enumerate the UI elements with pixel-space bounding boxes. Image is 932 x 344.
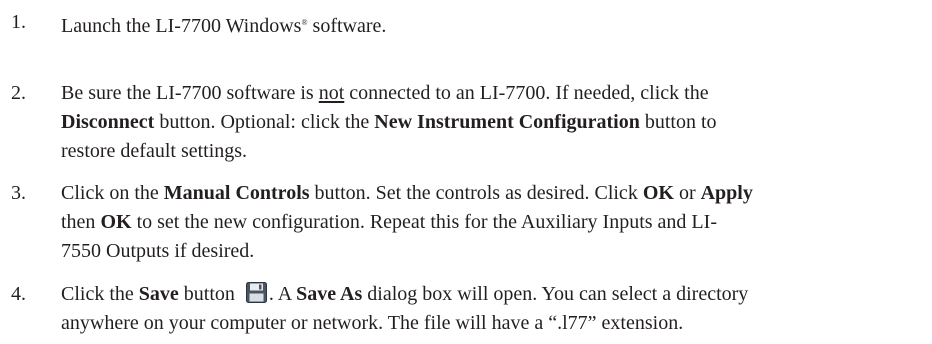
- ok-button-label: OK: [642, 182, 674, 204]
- step-4-line-1: Click the Save button . A Save As dialog…: [61, 280, 911, 309]
- text: button. Optional: click the: [154, 111, 375, 133]
- step-3-line-1: Click on the Manual Controls button. Set…: [61, 179, 911, 208]
- apply-button-label: Apply: [700, 182, 753, 204]
- floppy-disk-icon: [245, 282, 267, 303]
- text: button to: [639, 111, 717, 133]
- step-text: Be sure the LI-7700 software is not conn…: [61, 79, 911, 166]
- ok-button-label: OK: [100, 211, 132, 233]
- text: to set the new configuration. Repeat thi…: [131, 211, 717, 233]
- step-number: 3.: [11, 182, 26, 204]
- step-number: 4.: [11, 283, 26, 305]
- step-3-line-3: 7550 Outputs if desired.: [61, 240, 255, 262]
- step-text: Launch the LI-7700 Windows® software.: [61, 8, 911, 41]
- disconnect-button-label: Disconnect: [61, 111, 155, 133]
- text: Be sure the LI-7700 software is: [61, 82, 319, 104]
- step-text: Click the Save button . A Save As dialog…: [61, 280, 911, 338]
- emphasis-not: not: [318, 82, 345, 104]
- text: button: [178, 283, 240, 305]
- text: Click on the: [61, 182, 164, 204]
- step-number: 2.: [11, 82, 26, 104]
- step-number: 1.: [11, 11, 26, 33]
- instruction-list: 1. Launch the LI-7700 Windows® software.…: [0, 0, 932, 344]
- step-2-line-1: Be sure the LI-7700 software is not conn…: [61, 79, 911, 108]
- step-1-text-b: software.: [307, 15, 387, 37]
- step-1-text-a: Launch the LI-7700 Windows: [61, 15, 302, 37]
- step-4-line-2: anywhere on your computer or network. Th…: [61, 312, 684, 334]
- new-instrument-configuration-button-label: New Instrument Configuration: [374, 111, 640, 133]
- save-button-label: Save: [138, 283, 179, 305]
- step-text: Click on the Manual Controls button. Set…: [61, 179, 911, 266]
- text: or: [673, 182, 701, 204]
- text: connected to an LI-7700. If needed, clic…: [344, 82, 709, 104]
- manual-controls-button-label: Manual Controls: [163, 182, 310, 204]
- text: Click the: [61, 283, 139, 305]
- step-2-line-3: restore default settings.: [61, 140, 248, 162]
- text: . A: [268, 283, 297, 305]
- step-3-line-2: then OK to set the new configuration. Re…: [61, 208, 911, 237]
- save-as-dialog-label: Save As: [296, 283, 363, 305]
- text: button. Set the controls as desired. Cli…: [309, 182, 643, 204]
- step-2-line-2: Disconnect button. Optional: click the N…: [61, 108, 911, 137]
- line-lead: then: [61, 211, 101, 233]
- text: dialog box will open. You can select a d…: [362, 283, 749, 305]
